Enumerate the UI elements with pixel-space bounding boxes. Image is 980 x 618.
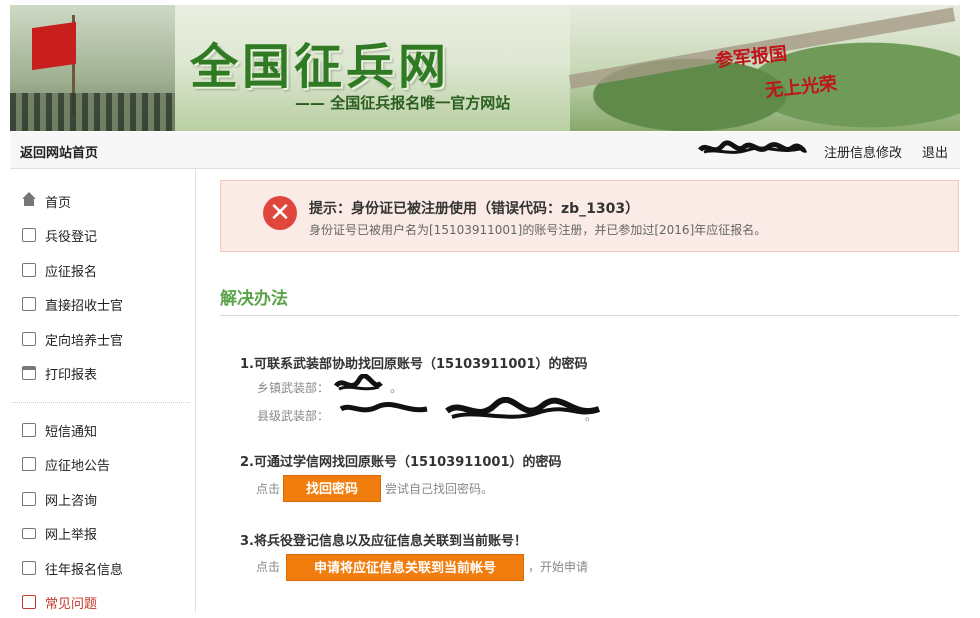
sidebar-item-direct-nco[interactable]: 直接招收士官 [10, 290, 195, 320]
alert-detail: 身份证号已被用户名为[15103911001]的账号注册，并已参加过[2016]… [309, 223, 767, 237]
step1-title: 1.可联系武装部协助找回原账号（15103911001）的密码 [240, 357, 588, 372]
sidebar: 首页 兵役登记 应征报名 直接招收士官 定向培养士官 打印报表 短信通知 应征地… [10, 169, 196, 613]
find-password-button[interactable]: 找回密码 [283, 475, 381, 502]
clipboard-icon [22, 228, 36, 242]
sidebar-item-label: 往年报名信息 [45, 563, 124, 578]
document-icon [22, 263, 36, 277]
step2-prefix: 点击 [256, 482, 281, 496]
sidebar-item-consult[interactable]: 网上咨询 [10, 485, 195, 515]
step3-title: 3.将兵役登记信息以及应征信息关联到当前账号！ [240, 534, 527, 549]
sidebar-item-label: 定向培养士官 [45, 334, 124, 349]
sidebar-item-label: 应征地公告 [45, 459, 111, 474]
badge-icon [22, 297, 36, 311]
flag-icon [32, 21, 76, 71]
step2-suffix: 尝试自己找回密码。 [385, 482, 494, 496]
sidebar-divider [12, 402, 190, 403]
top-nav-bar: 返回网站首页 注册信息修改 退出 [10, 132, 960, 169]
printer-icon [22, 366, 36, 380]
home-icon [22, 192, 36, 206]
sidebar-item-label: 打印报表 [45, 368, 98, 383]
sidebar-item-home[interactable]: 首页 [10, 187, 195, 217]
step3-suffix: ，开始申请 [528, 560, 589, 574]
sidebar-item-faq[interactable]: 常见问题 [10, 588, 195, 618]
county-office-suffix: 。 [585, 409, 598, 423]
sidebar-item-label: 兵役登记 [45, 230, 98, 245]
site-title: 全国征兵网 [190, 39, 451, 95]
sidebar-item-military-registration[interactable]: 兵役登记 [10, 221, 195, 251]
error-alert: ✕ 提示：身份证已被注册使用（错误代码：zb_1303） 身份证号已被用户名为[… [220, 180, 959, 252]
document-icon [22, 595, 36, 609]
great-wall-image [568, 5, 960, 131]
sidebar-item-label: 网上咨询 [45, 494, 98, 509]
badge-icon [22, 561, 36, 575]
site-subtitle: —— 全国征兵报名唯一官方网站 [295, 94, 511, 112]
site-banner: 全国征兵网 —— 全国征兵报名唯一官方网站 参军报国 无上光荣 [10, 5, 960, 131]
badge-icon [22, 332, 36, 346]
sidebar-item-label: 应征报名 [45, 265, 98, 280]
sidebar-item-sms[interactable]: 短信通知 [10, 416, 195, 446]
sidebar-item-label: 短信通知 [45, 425, 98, 440]
redacted-username [698, 140, 808, 154]
sidebar-item-past-info[interactable]: 往年报名信息 [10, 554, 195, 584]
sidebar-item-print[interactable]: 打印报表 [10, 359, 195, 389]
redacted-county-office [339, 397, 601, 419]
home-link[interactable]: 返回网站首页 [20, 142, 98, 161]
section-divider [220, 315, 959, 316]
link-account-button[interactable]: 申请将应征信息关联到当前帐号 [286, 554, 524, 581]
sidebar-item-label: 直接招收士官 [45, 299, 124, 314]
alert-title: 提示：身份证已被注册使用（错误代码：zb_1303） [309, 201, 640, 217]
sidebar-item-label: 首页 [45, 196, 72, 211]
edit-registration-link[interactable]: 注册信息修改 [824, 142, 902, 161]
soldiers-row [10, 93, 175, 131]
county-office-label: 县级武装部： [257, 409, 330, 423]
town-office-label: 乡镇武装部： [257, 381, 330, 395]
chat-icon [22, 492, 36, 506]
sidebar-item-report[interactable]: 网上举报 [10, 519, 195, 549]
soldiers-image [10, 5, 175, 131]
logout-link[interactable]: 退出 [922, 142, 948, 161]
sidebar-item-label: 网上举报 [45, 528, 98, 543]
sidebar-item-enlistment[interactable]: 应征报名 [10, 256, 195, 286]
mail-icon [22, 528, 36, 539]
redacted-town-office [333, 374, 383, 391]
error-x-icon: ✕ [263, 196, 297, 230]
step2-title: 2.可通过学信网找回原账号（15103911001）的密码 [240, 455, 562, 470]
sidebar-item-announcements[interactable]: 应征地公告 [10, 450, 195, 480]
town-office-suffix: 。 [390, 381, 403, 395]
chat-icon [22, 457, 36, 471]
chat-icon [22, 423, 36, 437]
step3-prefix: 点击 [256, 560, 281, 574]
solution-heading: 解决办法 [220, 289, 288, 309]
sidebar-item-directed-nco[interactable]: 定向培养士官 [10, 325, 195, 355]
sidebar-item-label: 常见问题 [45, 597, 98, 612]
